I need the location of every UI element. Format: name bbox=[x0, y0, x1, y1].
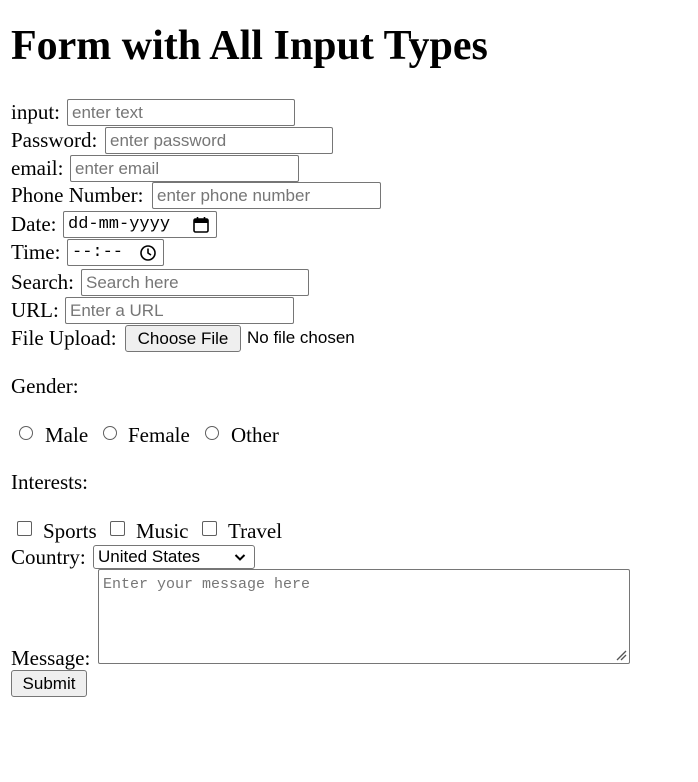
file-upload-label: File Upload: bbox=[11, 326, 117, 350]
date-label: Date: bbox=[11, 212, 57, 236]
gender-male-label: Male bbox=[45, 423, 89, 447]
url-label: URL: bbox=[11, 298, 59, 322]
date-input-value: dd-mm-yyyy bbox=[68, 215, 171, 234]
file-status: No file chosen bbox=[247, 328, 355, 347]
interests-label: Interests: bbox=[11, 470, 88, 494]
resize-handle-icon[interactable] bbox=[615, 649, 627, 661]
password-input[interactable]: enter password bbox=[105, 127, 333, 154]
message-label: Message: bbox=[11, 646, 91, 670]
email-label: email: bbox=[11, 156, 64, 180]
gender-label: Gender: bbox=[11, 374, 79, 398]
date-input[interactable]: dd-mm-yyyy bbox=[63, 211, 217, 238]
interest-sports-label: Sports bbox=[43, 519, 97, 543]
submit-button[interactable]: Submit bbox=[11, 670, 87, 697]
message-textarea[interactable]: Enter your message here bbox=[98, 569, 630, 664]
phone-input[interactable]: enter phone number bbox=[152, 182, 381, 209]
interest-music-checkbox[interactable] bbox=[110, 521, 125, 536]
gender-female-radio[interactable] bbox=[103, 426, 117, 440]
page-title: Form with All Input Types bbox=[11, 23, 488, 69]
interest-travel-label: Travel bbox=[228, 519, 283, 543]
calendar-icon[interactable] bbox=[192, 216, 210, 234]
gender-female-label: Female bbox=[128, 423, 190, 447]
password-label: Password: bbox=[11, 128, 98, 152]
phone-label: Phone Number: bbox=[11, 183, 144, 207]
interest-music-label: Music bbox=[136, 519, 189, 543]
email-input[interactable]: enter email bbox=[70, 155, 299, 182]
gender-other-label: Other bbox=[231, 423, 279, 447]
interest-travel-checkbox[interactable] bbox=[202, 521, 217, 536]
search-input[interactable]: Search here bbox=[81, 269, 309, 296]
choose-file-button[interactable]: Choose File bbox=[125, 325, 241, 352]
time-label: Time: bbox=[11, 240, 61, 264]
interest-sports-checkbox[interactable] bbox=[17, 521, 32, 536]
chevron-down-icon bbox=[234, 554, 246, 561]
time-input[interactable]: --:-- bbox=[67, 239, 164, 266]
time-input-value: --:-- bbox=[72, 243, 124, 262]
country-select[interactable]: United States bbox=[93, 545, 255, 569]
url-input[interactable]: Enter a URL bbox=[65, 297, 294, 324]
clock-icon[interactable] bbox=[139, 244, 157, 262]
gender-male-radio[interactable] bbox=[19, 426, 33, 440]
gender-other-radio[interactable] bbox=[205, 426, 219, 440]
search-label: Search: bbox=[11, 270, 74, 294]
input-label: input: bbox=[11, 100, 61, 124]
text-input[interactable]: enter text bbox=[67, 99, 295, 126]
country-selected-value: United States bbox=[98, 547, 201, 566]
country-label: Country: bbox=[11, 545, 86, 569]
